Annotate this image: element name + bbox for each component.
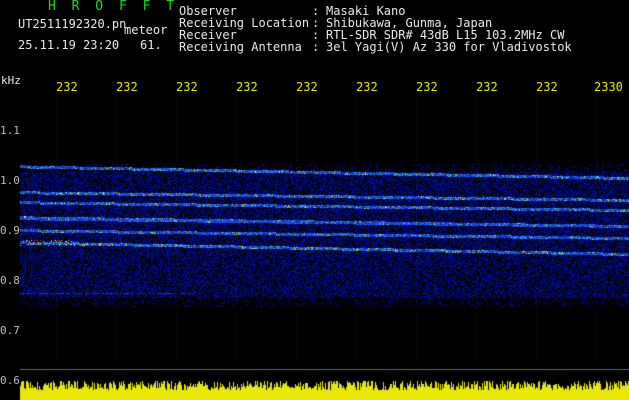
spectrogram-plot (0, 92, 629, 400)
freq-tick: 0.7 (0, 324, 20, 337)
meteor-label: meteor (124, 23, 168, 37)
info-value-antenna: 3el Yagi(V) Az 330 for Vladivostok (326, 40, 572, 54)
filename-label: UT2511192320.pn (18, 17, 127, 31)
freq-tick: 0.8 (0, 274, 20, 287)
freq-tick: 0.9 (0, 224, 20, 237)
freq-tick: 1.0 (0, 174, 20, 187)
info-separator: : (312, 40, 320, 54)
datetime-label: 25.11.19 23:20 (18, 38, 120, 52)
freq-tick: 0.6 (0, 374, 20, 387)
info-label-antenna: Receiving Antenna (179, 40, 302, 54)
freq-tick: 1.1 (0, 124, 20, 137)
meteor-count: 61. (140, 38, 162, 52)
freq-unit-label: kHz (1, 74, 21, 87)
app-title: H R O F F T (48, 0, 179, 14)
